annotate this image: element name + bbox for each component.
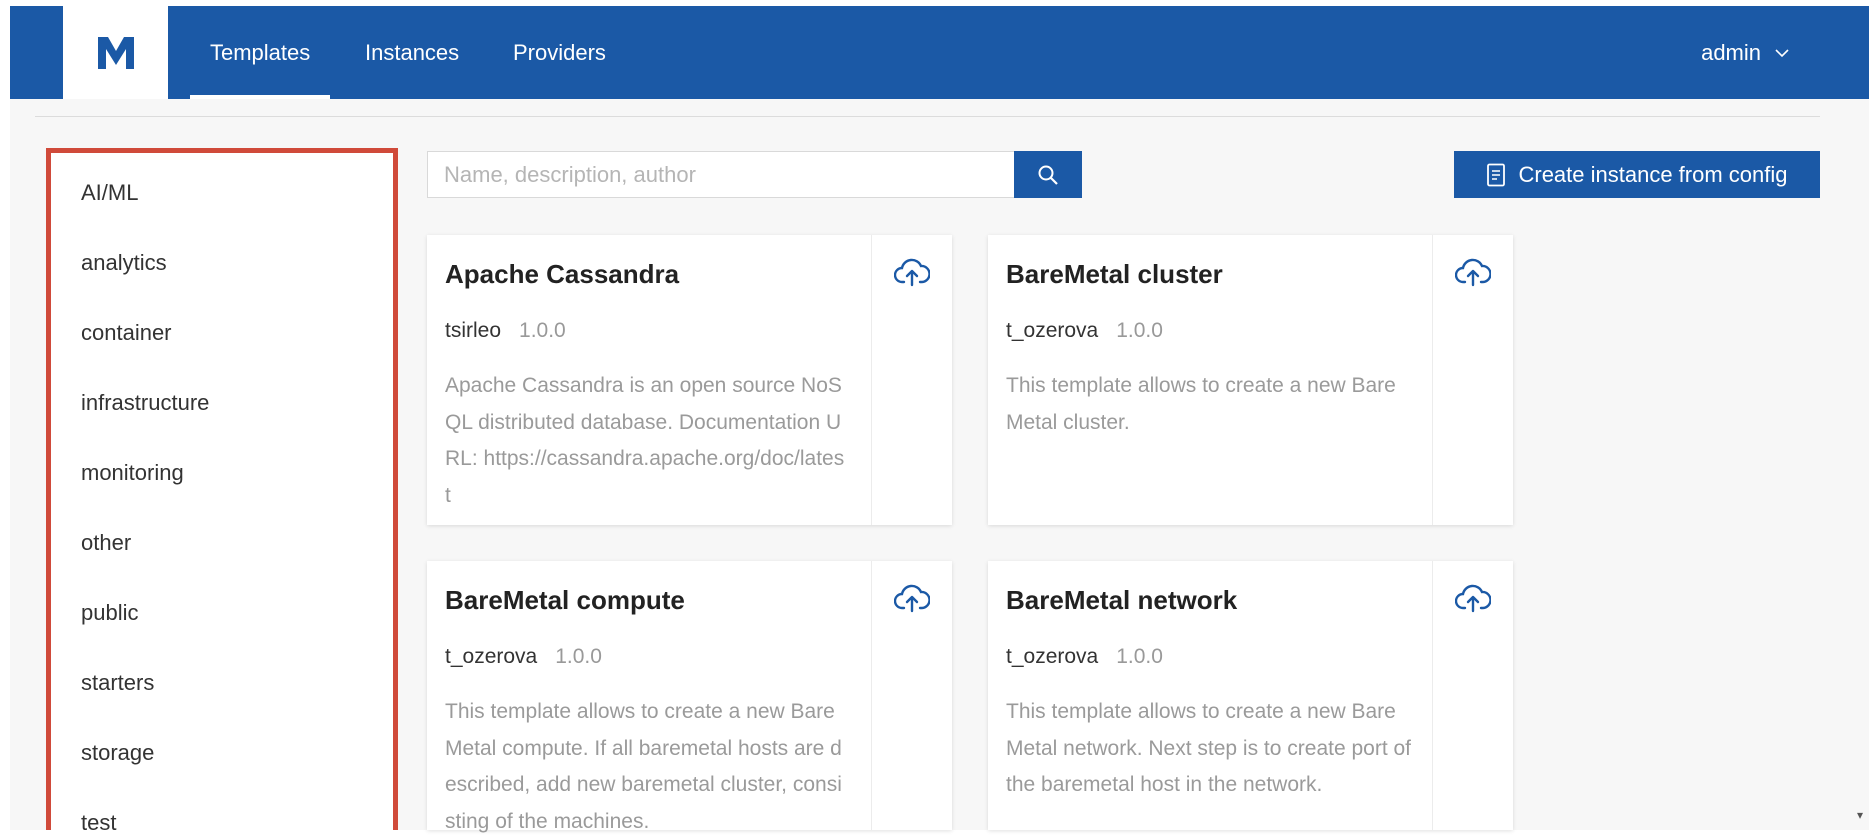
template-version: 1.0.0: [1116, 645, 1163, 668]
category-item[interactable]: starters: [81, 670, 154, 696]
search-input[interactable]: [427, 151, 1015, 198]
template-name: BareMetal network: [1006, 585, 1238, 615]
template-meta: t_ozerova 1.0.0: [1006, 645, 1163, 669]
document-icon: [1487, 163, 1506, 186]
category-item[interactable]: storage: [81, 740, 154, 766]
template-author: t_ozerova: [445, 645, 538, 668]
category-item[interactable]: monitoring: [81, 460, 184, 486]
create-instance-label: Create instance from config: [1518, 161, 1788, 187]
category-item[interactable]: other: [81, 530, 131, 556]
category-item[interactable]: public: [81, 600, 138, 626]
cloud-upload-icon: [1454, 584, 1492, 613]
template-author: t_ozerova: [1006, 319, 1099, 342]
template-description: This template allows to create a new Bar…: [1006, 374, 1396, 434]
tab-providers-label: Providers: [513, 39, 606, 65]
template-version: 1.0.0: [555, 645, 602, 668]
category-item[interactable]: AI/ML: [81, 180, 138, 206]
template-name: Apache Cassandra: [445, 259, 680, 289]
template-name: BareMetal cluster: [1006, 259, 1223, 289]
tab-providers[interactable]: Providers: [493, 6, 626, 99]
logo[interactable]: [63, 6, 168, 99]
template-card[interactable]: Apache Cassandra tsirleo 1.0.0 Apache Cas…: [427, 235, 952, 525]
scroll-down-arrow[interactable]: ▾: [1857, 808, 1863, 822]
category-item[interactable]: infrastructure: [81, 390, 209, 416]
template-description: This template allows to create a new Bar…: [445, 700, 842, 833]
tab-templates[interactable]: Templates: [190, 6, 331, 99]
cloud-upload-icon: [893, 258, 931, 287]
template-meta: tsirleo 1.0.0: [445, 319, 566, 343]
template-description: This template allows to create a new Bar…: [1006, 700, 1412, 796]
category-item[interactable]: analytics: [81, 250, 167, 276]
deploy-button[interactable]: [893, 257, 931, 292]
template-name: BareMetal compute: [445, 585, 685, 615]
deploy-button[interactable]: [1454, 257, 1492, 292]
cloud-upload-icon: [893, 584, 931, 613]
chevron-down-icon: [1775, 48, 1789, 57]
user-menu[interactable]: admin: [1701, 6, 1789, 99]
deploy-button[interactable]: [1454, 583, 1492, 618]
template-author: tsirleo: [445, 319, 502, 342]
cloud-upload-icon: [1454, 258, 1492, 287]
template-card[interactable]: BareMetal compute t_ozerova 1.0.0 This te…: [427, 561, 952, 833]
category-sidebar: AI/ML analytics container infrastructure…: [46, 148, 398, 830]
user-name: admin: [1701, 39, 1761, 65]
template-version: 1.0.0: [519, 319, 566, 342]
create-instance-button[interactable]: Create instance from config: [1454, 151, 1820, 198]
template-version: 1.0.0: [1116, 319, 1163, 342]
category-item[interactable]: test: [81, 810, 116, 830]
deploy-button[interactable]: [893, 583, 931, 618]
category-item[interactable]: container: [81, 320, 172, 346]
tab-templates-label: Templates: [210, 39, 311, 65]
search-button[interactable]: [1014, 151, 1082, 198]
logo-icon: [97, 36, 134, 69]
search-icon: [1038, 165, 1058, 185]
divider: [35, 116, 1820, 117]
template-description: Apache Cassandra is an open source NoSQL…: [445, 374, 845, 507]
template-meta: t_ozerova 1.0.0: [1006, 319, 1163, 343]
template-meta: t_ozerova 1.0.0: [445, 645, 602, 669]
top-navbar: Templates Instances Providers admin: [10, 6, 1869, 99]
tab-instances-label: Instances: [365, 39, 460, 65]
template-author: t_ozerova: [1006, 645, 1099, 668]
tab-instances[interactable]: Instances: [345, 6, 479, 99]
template-card[interactable]: BareMetal cluster t_ozerova 1.0.0 This te…: [988, 235, 1513, 525]
template-card[interactable]: BareMetal network t_ozerova 1.0.0 This te…: [988, 561, 1513, 830]
